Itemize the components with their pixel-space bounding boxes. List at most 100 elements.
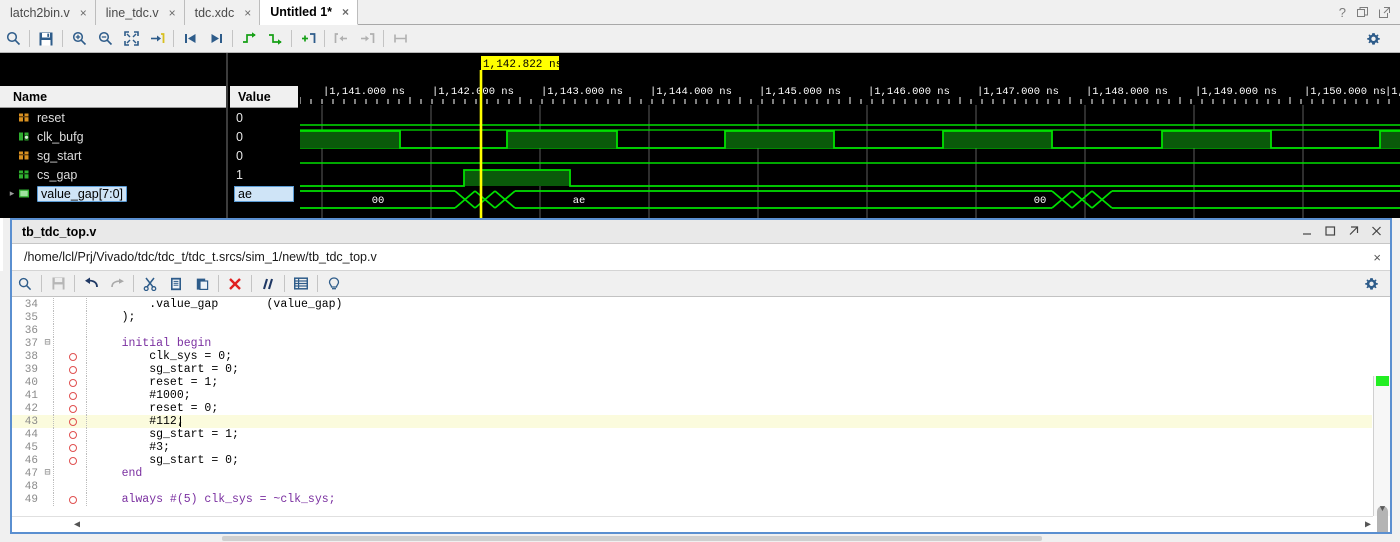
toolbar-separator [317, 275, 318, 292]
restore-icon[interactable] [1357, 6, 1368, 18]
svg-text:|1,145.000 ns: |1,145.000 ns [759, 86, 841, 98]
tab-bar-filler [358, 0, 1329, 24]
code-line[interactable]: 49 always #(5) clk_sys = ~clk_sys; [12, 493, 1372, 506]
scroll-left-arrow-icon[interactable]: ◀ [67, 519, 87, 531]
tab-close-icon[interactable]: × [244, 7, 251, 19]
indent-guide [86, 441, 92, 454]
code-line[interactable]: 36 [12, 324, 1372, 337]
code-line[interactable]: 46 sg_start = 0; [12, 454, 1372, 467]
minimize-icon[interactable] [1302, 225, 1313, 239]
tab-line-tdc-v[interactable]: line_tdc.v × [95, 0, 185, 25]
code-line-active[interactable]: 43 #112; [12, 415, 1372, 428]
value-row-cs-gap: 1 [230, 165, 298, 184]
tab-close-icon[interactable]: × [169, 7, 176, 19]
paste-icon[interactable] [189, 271, 215, 297]
code-line[interactable]: 40 reset = 1; [12, 376, 1372, 389]
path-close-icon[interactable]: × [1373, 250, 1381, 265]
zoom-fit-icon[interactable] [118, 26, 144, 52]
signal-row-value-gap[interactable]: ▸ value_gap[7:0] [0, 184, 226, 203]
signal-row-reset[interactable]: reset [0, 108, 226, 127]
indent-guide [86, 428, 92, 441]
delete-icon[interactable] [222, 271, 248, 297]
line-number: 47 [24, 467, 38, 480]
scroll-down-arrow-icon[interactable]: ▼ [1374, 502, 1390, 516]
fold-marker[interactable]: ⊟ [42, 339, 53, 349]
comment-icon[interactable] [255, 271, 281, 297]
signal-row-sg-start[interactable]: sg_start [0, 146, 226, 165]
tab-untitled-1[interactable]: Untitled 1* × [260, 0, 359, 25]
breakpoint-marker[interactable] [60, 495, 86, 504]
toolbar-separator [251, 275, 252, 292]
editor-vertical-scrollbar[interactable]: ▲ ▼ [1373, 376, 1390, 532]
signal-row-cs-gap[interactable]: cs_gap [0, 165, 226, 184]
search-icon[interactable] [0, 26, 26, 52]
tab-tdc-xdc[interactable]: tdc.xdc × [184, 0, 261, 25]
code-line[interactable]: 38 clk_sys = 0; [12, 350, 1372, 363]
main-horizontal-scrollbar[interactable] [222, 536, 1042, 541]
code-line[interactable]: 47 ⊟ end [12, 467, 1372, 480]
help-icon[interactable]: ? [1339, 5, 1346, 20]
code-line[interactable]: 35 ); [12, 311, 1372, 324]
toolbar-separator [324, 30, 325, 47]
indent-guide [86, 480, 92, 493]
move-marker-left-icon[interactable] [328, 26, 354, 52]
breakpoint-marker[interactable] [60, 456, 86, 465]
find-icon[interactable] [12, 271, 38, 297]
gear-icon[interactable] [1360, 26, 1386, 52]
float-icon[interactable] [1379, 6, 1390, 18]
add-marker-icon[interactable] [295, 26, 321, 52]
breakpoint-marker[interactable] [60, 417, 86, 426]
code-lines[interactable]: 34 .value_gap (value_gap) 35 ); 36 37 ⊟ … [12, 298, 1372, 516]
signal-name-label: cs_gap [37, 167, 78, 182]
move-marker-right-icon[interactable] [354, 26, 380, 52]
next-transition-icon[interactable] [203, 26, 229, 52]
cut-icon[interactable] [137, 271, 163, 297]
fold-marker[interactable]: ⊟ [42, 469, 53, 479]
redo-icon[interactable] [104, 271, 130, 297]
next-marker-icon[interactable] [262, 26, 288, 52]
zoom-out-icon[interactable] [92, 26, 118, 52]
code-line[interactable]: 41 #1000; [12, 389, 1372, 402]
previous-transition-icon[interactable] [177, 26, 203, 52]
goto-cursor-icon[interactable] [144, 26, 170, 52]
hint-icon[interactable] [321, 271, 347, 297]
code-line[interactable]: 39 sg_start = 0; [12, 363, 1372, 376]
line-guide [53, 376, 60, 389]
source-editor-toolbar [12, 271, 1390, 297]
waveform-canvas[interactable]: 1,142.822 ns |1,141.000 ns |1,142.000 ns… [300, 53, 1400, 218]
float-icon[interactable] [1348, 225, 1359, 239]
toolbar-separator [291, 30, 292, 47]
save-icon[interactable] [33, 26, 59, 52]
code-line[interactable]: 42 reset = 0; [12, 402, 1372, 415]
code-line[interactable]: 48 [12, 480, 1372, 493]
expand-bus-chevron-icon[interactable]: ▸ [6, 188, 18, 199]
breakpoint-marker[interactable] [60, 391, 86, 400]
copy-icon[interactable] [163, 271, 189, 297]
code-line[interactable]: 34 .value_gap (value_gap) [12, 298, 1372, 311]
breakpoint-marker[interactable] [60, 352, 86, 361]
previous-marker-icon[interactable] [236, 26, 262, 52]
breakpoint-marker[interactable] [60, 404, 86, 413]
scroll-right-arrow-icon[interactable]: ▶ [1365, 519, 1371, 531]
maximize-icon[interactable] [1325, 225, 1336, 239]
breakpoint-marker[interactable] [60, 365, 86, 374]
zoom-in-icon[interactable] [66, 26, 92, 52]
breakpoint-marker[interactable] [60, 378, 86, 387]
breakpoint-marker[interactable] [60, 430, 86, 439]
measure-icon[interactable] [387, 26, 413, 52]
save-icon[interactable] [45, 271, 71, 297]
close-icon[interactable] [1371, 225, 1382, 239]
breakpoint-marker[interactable] [60, 443, 86, 452]
code-editor[interactable]: 34 .value_gap (value_gap) 35 ); 36 37 ⊟ … [12, 298, 1390, 532]
code-line[interactable]: 37 ⊟ initial begin [12, 337, 1372, 350]
gear-icon[interactable] [1358, 271, 1384, 297]
code-line[interactable]: 44 sg_start = 1; [12, 428, 1372, 441]
indent-icon[interactable] [288, 271, 314, 297]
signal-row-clk-bufg[interactable]: clk_bufg [0, 127, 226, 146]
tab-close-icon[interactable]: × [342, 6, 349, 18]
editor-horizontal-scrollbar[interactable]: ◀ ▶ [12, 516, 1373, 532]
undo-icon[interactable] [78, 271, 104, 297]
tab-close-icon[interactable]: × [80, 7, 87, 19]
code-line[interactable]: 45 #3; [12, 441, 1372, 454]
tab-latch2bin-v[interactable]: latch2bin.v × [0, 0, 96, 25]
